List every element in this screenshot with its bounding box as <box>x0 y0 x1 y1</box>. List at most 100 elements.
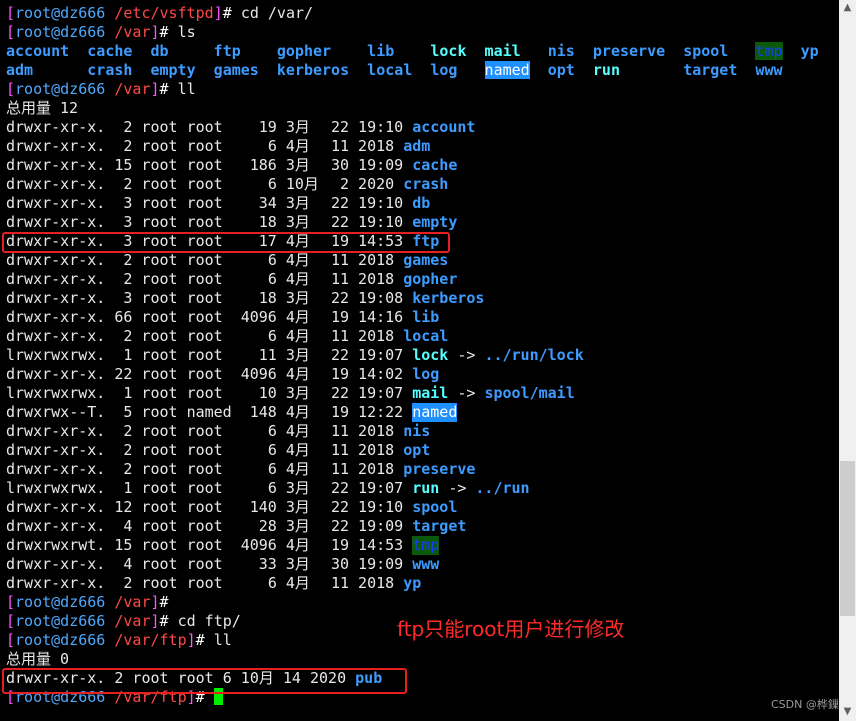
day: 19 <box>330 403 350 421</box>
highlight-box-ftp-row <box>2 232 450 253</box>
day: 11 <box>330 422 350 440</box>
vertical-scrollbar[interactable]: ▲ ▼ <box>839 0 856 721</box>
time: 2018 <box>358 270 395 288</box>
ls-entry[interactable]: lock <box>430 42 484 61</box>
file-name: local <box>403 327 449 345</box>
time: 19:07 <box>358 479 404 497</box>
day: 30 <box>330 156 350 174</box>
file-name: target <box>412 517 467 535</box>
day: 19 <box>330 536 350 554</box>
ls-entry[interactable]: crash <box>87 61 150 80</box>
prompt-path: /var <box>114 23 151 41</box>
permissions: drwxr-xr-x. <box>6 137 106 155</box>
group: root <box>186 536 223 554</box>
terminal-output[interactable]: [root@dz666 /etc/vsftpd]# cd /var/[root@… <box>6 4 836 707</box>
ls-entry-name: named <box>484 61 530 79</box>
prompt-user: root@dz666 <box>15 80 106 98</box>
time: 2018 <box>358 251 395 269</box>
time: 19:10 <box>358 213 404 231</box>
total-line: 总用量 0 <box>6 650 836 669</box>
month: 4月 <box>285 460 310 478</box>
ls-entry-name: yp <box>800 42 819 60</box>
day: 11 <box>330 574 350 592</box>
listing-row: lrwxrwxrwx. 1 root root 10 3月 22 19:07 mail -> spo… <box>6 384 836 403</box>
ls-entry[interactable]: nis <box>548 42 593 61</box>
listing-row: drwxr-xr-x. 15 root root 186 3月 30 19:09 cache <box>6 156 836 175</box>
ls-entry[interactable]: opt <box>548 61 593 80</box>
ls-entry[interactable]: target <box>683 61 755 80</box>
month: 3月 <box>285 384 310 402</box>
time: 2018 <box>358 422 395 440</box>
time: 19:08 <box>358 289 404 307</box>
ls-entry[interactable]: games <box>214 61 277 80</box>
owner: root <box>141 327 178 345</box>
day: 22 <box>330 498 350 516</box>
month: 4月 <box>285 403 310 421</box>
ls-entry[interactable]: named <box>484 61 548 80</box>
ls-entry[interactable]: log <box>430 61 484 80</box>
ls-entry[interactable]: preserve <box>593 42 683 61</box>
file-name: nis <box>403 422 431 440</box>
ls-entry[interactable]: account <box>6 42 87 61</box>
file-name: crash <box>403 175 449 193</box>
permissions: drwxr-xr-x. <box>6 327 106 345</box>
file-name: lib <box>412 308 440 326</box>
month: 4月 <box>285 441 310 459</box>
time: 2018 <box>358 574 395 592</box>
ls-entry[interactable]: www <box>755 61 800 80</box>
ls-entry[interactable]: db <box>150 42 213 61</box>
prompt-bracket: [ <box>6 593 16 611</box>
file-name: cache <box>412 156 458 174</box>
prompt-bracket: [ <box>6 4 16 22</box>
ls-entry-name: tmp <box>755 42 783 60</box>
file-size: 6 <box>267 479 277 497</box>
ls-entry[interactable]: adm <box>6 61 87 80</box>
day: 22 <box>330 517 350 535</box>
link-count: 4 <box>123 517 133 535</box>
file-name: empty <box>412 213 458 231</box>
ls-entry[interactable]: gopher <box>277 42 367 61</box>
ls-entry[interactable]: spool <box>683 42 755 61</box>
file-name: www <box>412 555 440 573</box>
owner: root <box>141 175 178 193</box>
file-size: 6 <box>267 441 277 459</box>
group: root <box>186 384 223 402</box>
file-size: 11 <box>258 346 277 364</box>
file-size: 18 <box>258 213 277 231</box>
ls-entry[interactable]: lib <box>367 42 430 61</box>
scroll-down-icon[interactable]: ▼ <box>839 706 856 717</box>
file-name: gopher <box>403 270 458 288</box>
ls-entry[interactable]: tmp <box>755 42 800 61</box>
time: 19:09 <box>358 517 404 535</box>
ls-entry[interactable]: empty <box>150 61 213 80</box>
ls-entry[interactable]: yp <box>801 42 828 61</box>
ls-entry[interactable]: local <box>367 61 430 80</box>
month: 3月 <box>285 517 310 535</box>
permissions: lrwxrwxrwx. <box>6 384 106 402</box>
group: root <box>186 498 223 516</box>
ls-entry[interactable]: ftp <box>214 42 277 61</box>
ls-entry[interactable]: cache <box>87 42 150 61</box>
scroll-up-icon[interactable]: ▲ <box>839 2 856 13</box>
prompt-path: /etc/vsftpd <box>114 4 214 22</box>
ls-entry[interactable]: mail <box>485 42 548 61</box>
listing-row: drwxr-xr-x. 12 root root 140 3月 22 19:10 spool <box>6 498 836 517</box>
ls-entry[interactable]: kerberos <box>277 61 367 80</box>
prompt-path: /var <box>114 593 151 611</box>
ls-entry[interactable]: run <box>593 61 683 80</box>
permissions: drwxr-xr-x. <box>6 308 106 326</box>
link-count: 22 <box>114 365 133 383</box>
scrollbar-thumb[interactable] <box>840 461 855 616</box>
link-count: 2 <box>123 118 133 136</box>
prompt-user: root@dz666 <box>15 593 106 611</box>
prompt-hash: # <box>159 23 178 41</box>
group: root <box>186 137 223 155</box>
day: 11 <box>330 251 350 269</box>
owner: root <box>141 403 178 421</box>
ls-entry-name: games <box>213 61 259 79</box>
listing-row: drwxrwxrwt. 15 root root 4096 4月 19 14:53 tmp <box>6 536 836 555</box>
group: root <box>186 441 223 459</box>
group: root <box>186 156 223 174</box>
listing-row: drwxr-xr-x. 2 root root 6 4月 11 2018 gopher <box>6 270 836 289</box>
command-text: cd ftp/ <box>177 612 241 630</box>
